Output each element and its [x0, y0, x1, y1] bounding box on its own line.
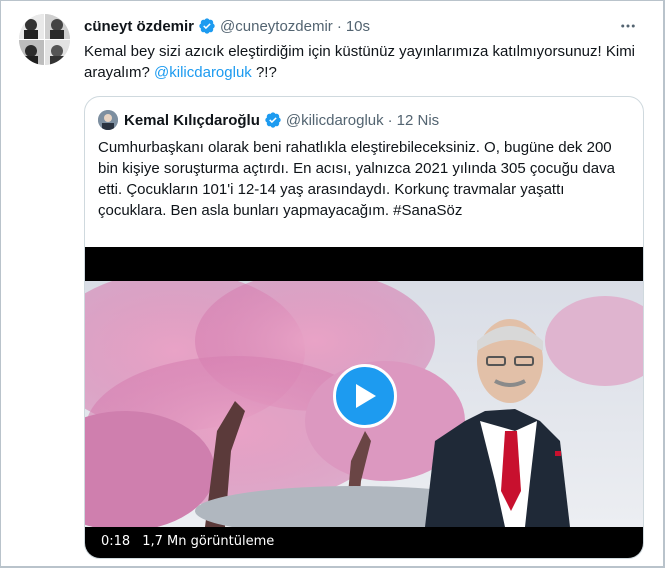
mention-link[interactable]: @kilicdarogluk: [154, 64, 252, 81]
tweet-header: cüneyt özdemir @cuneytozdemir · 10s: [84, 15, 370, 37]
quoted-tweet-text: Cumhurbaşkanı olarak beni rahatlıkla ele…: [98, 139, 615, 219]
tweet-text-suffix: ?!?: [251, 64, 277, 81]
quoted-verified-badge-icon: [264, 111, 282, 129]
verified-badge-icon: [198, 17, 216, 35]
video-player[interactable]: 0:18 1,7 Mn görüntüleme: [85, 247, 643, 558]
tweet-text: Kemal bey sizi azıcık eleştirdiğim için …: [84, 41, 644, 83]
avatar-collage-image: [19, 14, 70, 65]
more-options-button[interactable]: [617, 15, 639, 37]
separator-dot: ·: [336, 17, 342, 35]
more-horizontal-icon: [621, 24, 635, 28]
video-duration: 0:18: [101, 534, 131, 549]
tweet-card[interactable]: cüneyt özdemir @cuneytozdemir · 10s Kema…: [0, 0, 665, 568]
quoted-tweet[interactable]: Kemal Kılıçdaroğlu @kilicdarogluk · 12 N…: [84, 96, 644, 559]
quoted-tweet-date[interactable]: 12 Nis: [397, 112, 440, 129]
author-name[interactable]: cüneyt özdemir: [84, 18, 194, 35]
play-button[interactable]: [333, 364, 397, 428]
video-view-count: 1,7 Mn görüntüleme: [142, 534, 275, 549]
quoted-tweet-header: Kemal Kılıçdaroğlu @kilicdarogluk · 12 N…: [98, 110, 439, 130]
quoted-author-avatar[interactable]: [98, 110, 118, 130]
quoted-author-name[interactable]: Kemal Kılıçdaroğlu: [124, 112, 260, 129]
author-handle[interactable]: @cuneytozdemir: [220, 18, 333, 35]
quoted-author-handle[interactable]: @kilicdarogluk: [286, 112, 384, 129]
quoted-separator-dot: ·: [387, 111, 393, 129]
tweet-timestamp[interactable]: 10s: [346, 18, 370, 35]
video-meta: 0:18 1,7 Mn görüntüleme: [101, 534, 274, 549]
play-icon: [356, 384, 376, 408]
author-avatar[interactable]: [19, 14, 70, 65]
